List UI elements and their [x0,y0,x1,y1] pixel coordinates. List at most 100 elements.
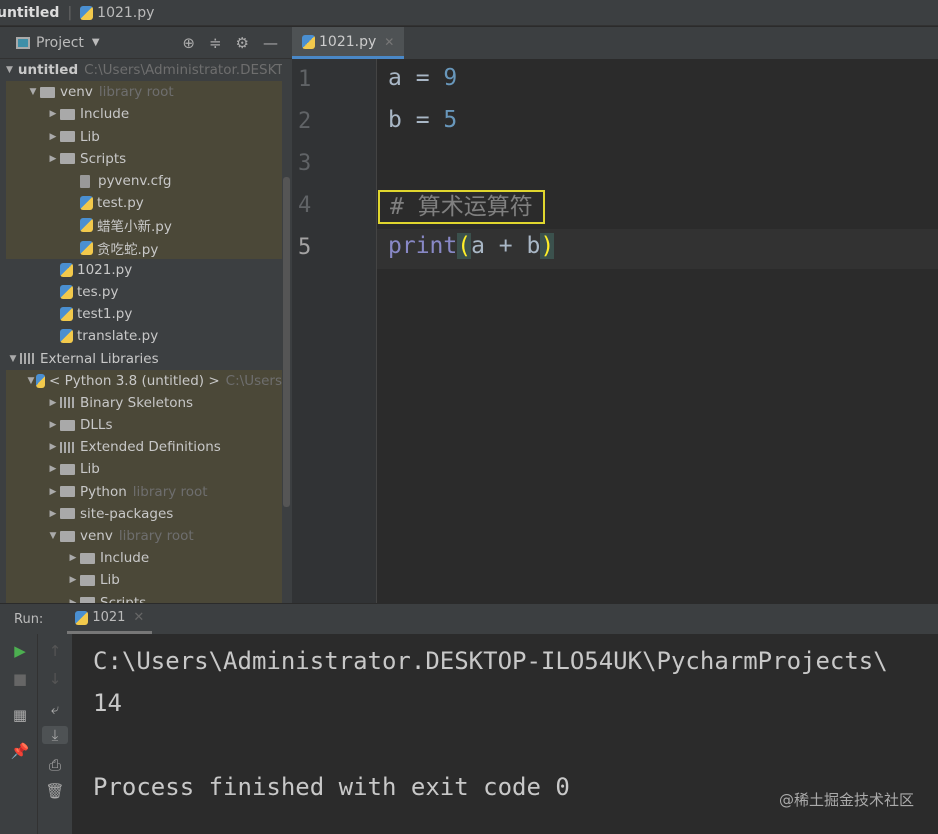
run-label: Run: [14,611,44,627]
tree-item[interactable]: ▶ Lib [6,569,282,592]
line-number: 5 [298,235,312,260]
tree-item[interactable]: 贪吃蛇.py [6,236,282,259]
tree-item-label: Python [80,483,127,500]
tree-item[interactable]: ▶ Lib [6,125,282,148]
tree-item-hint: library root [132,483,208,500]
collapsed-arrow-icon[interactable]: ▶ [46,154,60,164]
layout-icon[interactable]: ▦ [10,706,30,724]
tree-item-label: venv [60,84,93,101]
collapsed-arrow-icon[interactable]: ▶ [46,109,60,119]
tree-item-label: venv [80,528,113,545]
python-file-icon [35,373,45,388]
chevron-down-icon[interactable]: ▼ [92,37,100,48]
editor: 1021.py ✕ 1 2 3 4 5 a = 9 b = 5 # 算术运算符 … [292,27,938,603]
tree-item[interactable]: ▶ Include [6,103,282,126]
arrow-down-icon[interactable]: ↓ [45,670,65,688]
folder-icon [60,419,75,431]
scroll-to-end-icon[interactable]: ⤓ [42,726,68,744]
folder-icon [60,153,75,165]
expanded-arrow-icon[interactable]: ▼ [46,531,60,541]
expanded-arrow-icon[interactable]: ▼ [26,376,36,386]
tree-item-label: Lib [80,461,100,478]
gear-icon[interactable]: ⚙ [236,34,249,52]
collapsed-arrow-icon[interactable]: ▶ [66,553,80,563]
collapse-all-icon[interactable]: ≑ [209,34,222,52]
tree-item[interactable]: ▼ External Libraries [6,347,282,369]
code-line-1[interactable]: a = 9 [388,65,457,91]
locate-icon[interactable]: ⊕ [182,34,195,52]
tree-item-label: Scripts [100,594,147,603]
collapsed-arrow-icon[interactable]: ▶ [46,420,60,430]
collapsed-arrow-icon[interactable]: ▶ [46,442,60,452]
hide-icon[interactable]: — [263,34,278,52]
expanded-arrow-icon[interactable]: ▼ [6,354,20,364]
python-icon [75,610,89,625]
scrollbar[interactable] [283,177,290,507]
tree-item-label: < Python 3.8 (untitled) > [49,372,220,389]
tree-item[interactable]: ▶ Extended Definitions [6,436,282,459]
pin-icon[interactable]: 📌 [10,742,30,760]
stop-icon[interactable]: ■ [10,670,30,688]
arrow-up-icon[interactable]: ↑ [45,642,65,660]
tree-item[interactable]: 1021.py [6,259,282,281]
expanded-arrow-icon[interactable]: ▼ [26,87,40,97]
tree-item-label: test.py [97,195,144,212]
tree-item[interactable]: ▼ venv library root [6,524,282,548]
print-icon[interactable]: ⎙ [45,756,65,774]
tree-item[interactable]: ▼ untitled C:\Users\Administrator.DESKTOP [6,59,282,81]
tree-item[interactable]: ▶ Include [6,547,282,570]
collapsed-arrow-icon[interactable]: ▶ [66,598,80,603]
breadcrumb-file[interactable]: 1021.py [97,5,154,21]
tree-item-label: Include [80,106,130,123]
python-file-icon [60,284,73,299]
tree-item[interactable]: ▶ Scripts [6,147,282,170]
collapsed-arrow-icon[interactable]: ▶ [46,464,60,474]
tree-item-label: 贪吃蛇.py [97,241,159,258]
folder-icon [60,131,75,143]
tree-item[interactable]: test.py [6,192,282,215]
line-number: 1 [298,67,312,92]
trash-icon[interactable]: 🗑 [45,782,65,800]
tree-item[interactable]: tes.py [6,281,282,303]
console-output[interactable]: C:\Users\Administrator.DESKTOP-ILO54UK\P… [93,640,888,808]
folder-icon [80,552,95,564]
tab-1021-py[interactable]: 1021.py ✕ [292,27,405,59]
tree-item[interactable]: ▶ Lib [6,458,282,481]
file-icon [80,174,90,188]
tree-item-label: Scripts [80,150,127,167]
tree-item[interactable]: ▶ Scripts [6,591,282,603]
tree-item[interactable]: translate.py [6,325,282,347]
soft-wrap-icon[interactable]: ⤶ [45,700,65,718]
tree-item[interactable]: test1.py [6,303,282,325]
title-bar: untitled | 1021.py [0,0,938,26]
collapsed-arrow-icon[interactable]: ▶ [46,509,60,519]
code-token: b [388,107,402,133]
tree-item[interactable]: ▶ Python library root [6,480,282,503]
expanded-arrow-icon[interactable]: ▼ [6,65,13,75]
tree-item[interactable]: ▶ Binary Skeletons [6,391,282,414]
close-icon[interactable]: ✕ [384,35,394,49]
tree-item-label: External Libraries [40,350,159,367]
project-view-selector[interactable]: Project [36,35,84,51]
collapsed-arrow-icon[interactable]: ▶ [46,487,60,497]
tree-item[interactable]: ▼ venv library root [6,81,282,104]
collapsed-arrow-icon[interactable]: ▶ [66,575,80,585]
code-line-2[interactable]: b = 5 [388,107,457,133]
run-tab-1021[interactable]: 1021 ✕ [67,604,153,634]
collapsed-arrow-icon[interactable]: ▶ [46,398,60,408]
collapsed-arrow-icon[interactable]: ▶ [46,132,60,142]
close-icon[interactable]: ✕ [133,610,144,625]
tree-item[interactable]: pyvenv.cfg [6,169,282,193]
rerun-icon[interactable]: ▶ [10,642,30,660]
project-panel: Project ▼ ⊕ ≑ ⚙ — ▼ untitled C:\Users\Admi… [0,27,292,603]
code-line-5[interactable]: print(a + b) [388,233,555,259]
tree-item-label: Lib [100,572,120,589]
tree-item[interactable]: ▶ DLLs [6,414,282,437]
tree-item[interactable]: 蜡笔小新.py [6,214,282,237]
code-line-4[interactable]: # 算术运算符 [378,187,545,224]
tree-item[interactable]: ▶ site-packages [6,502,282,525]
breadcrumb-project[interactable]: untitled [0,5,59,21]
tree-item-label: Include [100,550,150,567]
tree-item[interactable]: ▼ < Python 3.8 (untitled) > C:\Users [6,369,282,392]
